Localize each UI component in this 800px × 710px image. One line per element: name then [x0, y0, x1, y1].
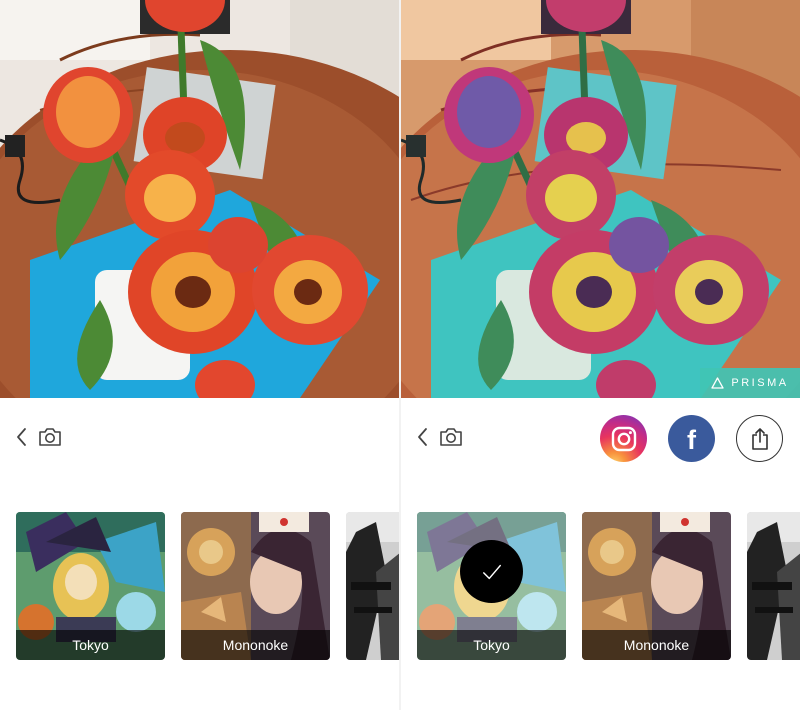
facebook-icon: f	[687, 424, 696, 455]
instagram-icon	[611, 426, 636, 451]
filter-label: Mononoke	[181, 630, 330, 660]
filter-mononoke[interactable]: Mononoke	[181, 512, 330, 660]
filter-partial[interactable]	[346, 512, 399, 660]
original-screen: Tokyo Mononoke	[0, 0, 399, 710]
partial-filter-thumbnail	[747, 512, 800, 660]
camera-button[interactable]	[438, 426, 464, 448]
original-toolbar	[0, 398, 399, 480]
styled-toolbar: f	[401, 398, 800, 480]
camera-icon	[39, 428, 61, 446]
filter-tokyo[interactable]: Tokyo	[417, 512, 566, 660]
prisma-watermark: PRISMA	[700, 368, 800, 398]
checkmark-icon	[482, 564, 501, 579]
share-button[interactable]	[736, 415, 783, 462]
filter-label: Tokyo	[16, 630, 165, 660]
camera-button[interactable]	[37, 426, 63, 448]
instagram-share-button[interactable]	[600, 415, 647, 462]
filter-strip[interactable]: Tokyo Mononoke	[0, 512, 399, 662]
styled-screen: PRISMA f Tokyo Mononoke	[401, 0, 800, 710]
partial-filter-thumbnail	[346, 512, 399, 660]
camera-icon	[440, 428, 462, 446]
stylized-photo: PRISMA	[401, 0, 800, 398]
filter-label: Tokyo	[417, 630, 566, 660]
chevron-left-icon	[418, 428, 427, 446]
back-button[interactable]	[14, 426, 32, 448]
filter-mononoke[interactable]: Mononoke	[582, 512, 731, 660]
filter-strip[interactable]: Tokyo Mononoke	[401, 512, 800, 662]
filter-label: Mononoke	[582, 630, 731, 660]
selected-check-badge	[460, 540, 523, 603]
facebook-share-button[interactable]: f	[668, 415, 715, 462]
chevron-left-icon	[17, 428, 26, 446]
share-icon	[751, 427, 768, 450]
watermark-text: PRISMA	[731, 377, 789, 389]
prisma-triangle-icon	[711, 377, 725, 389]
original-photo	[0, 0, 399, 398]
filter-tokyo[interactable]: Tokyo	[16, 512, 165, 660]
back-button[interactable]	[415, 426, 433, 448]
filter-partial[interactable]	[747, 512, 800, 660]
